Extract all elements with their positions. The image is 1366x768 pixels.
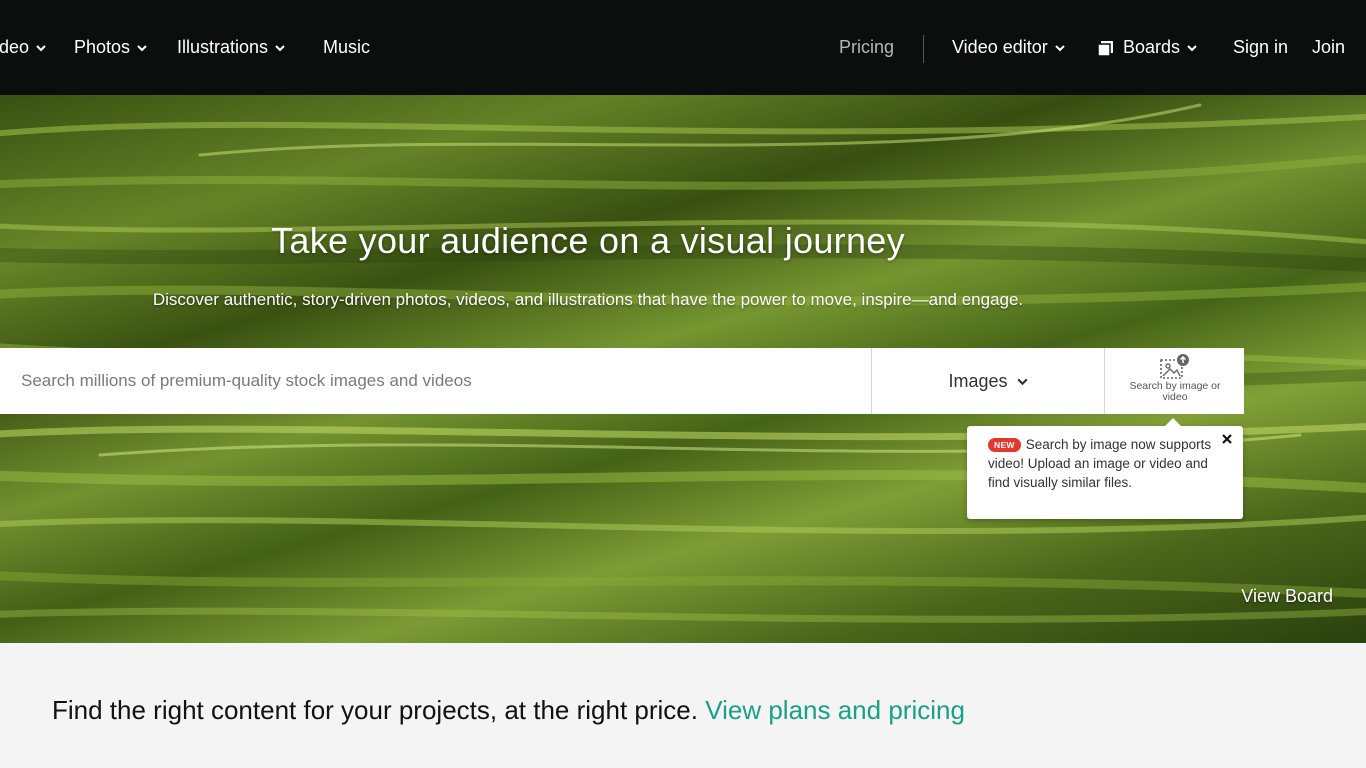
hero-title: Take your audience on a visual journey [271,220,905,261]
hero-banner: Take your audience on a visual journey D… [0,95,1366,643]
pricing-promo-text: Find the right content for your projects… [52,695,965,726]
image-upload-icon [1160,354,1189,379]
nav-illustrations-label: Illustrations [177,37,269,57]
chevron-down-icon [1187,44,1197,51]
chevron-down-icon [275,44,285,51]
nav-photos-label: Photos [74,37,131,57]
nav-pricing-label: Pricing [839,37,895,57]
tooltip-message: Search by image now supports video! Uplo… [988,437,1212,490]
boards-icon [1097,40,1113,57]
search-by-image-button[interactable]: Search by image or video [1104,348,1245,414]
pricing-promo-message: Find the right content for your projects… [52,695,698,725]
chevron-down-icon [1055,44,1065,51]
sign-in-label: Sign in [1233,37,1289,57]
pricing-promo-band: Find the right content for your projects… [0,643,1366,768]
join-label: Join [1312,37,1346,57]
nav-photos[interactable]: Photos [74,0,148,95]
top-navigation: deo Photos Illustrations Music Pricing V… [0,0,1366,95]
nav-boards-label: Boards [1123,37,1181,57]
chevron-down-icon [137,44,147,51]
hero-subtitle: Discover authentic, story-driven photos,… [152,290,1024,309]
close-icon[interactable] [1220,432,1234,446]
nav-boards[interactable]: Boards [1097,0,1198,95]
nav-pricing[interactable]: Pricing [839,0,894,95]
chevron-down-icon [1016,378,1028,385]
nav-music[interactable]: Music [323,0,370,95]
nav-video[interactable]: deo [0,0,47,95]
nav-illustrations[interactable]: Illustrations [177,0,286,95]
content-type-label: Images [948,370,1008,391]
nav-divider [923,35,924,63]
new-badge: NEW [988,438,1021,452]
search-by-image-label: Search by image or video [1129,380,1221,403]
nav-video-label: deo [0,37,30,57]
feature-tooltip: NEW Search by image now supports video! U… [967,418,1243,519]
search-bar: Images Search by image or video [0,348,1244,414]
search-input[interactable] [0,348,871,414]
join-link[interactable]: Join [1312,0,1345,95]
nav-music-label: Music [323,37,371,57]
sign-in-link[interactable]: Sign in [1233,0,1288,95]
content-type-dropdown[interactable]: Images [871,348,1105,414]
view-plans-link[interactable]: View plans and pricing [705,695,965,725]
chevron-down-icon [36,44,46,51]
view-board-link[interactable]: View Board [1241,586,1333,607]
nav-video-editor-label: Video editor [952,37,1048,57]
nav-video-editor[interactable]: Video editor [952,0,1066,95]
